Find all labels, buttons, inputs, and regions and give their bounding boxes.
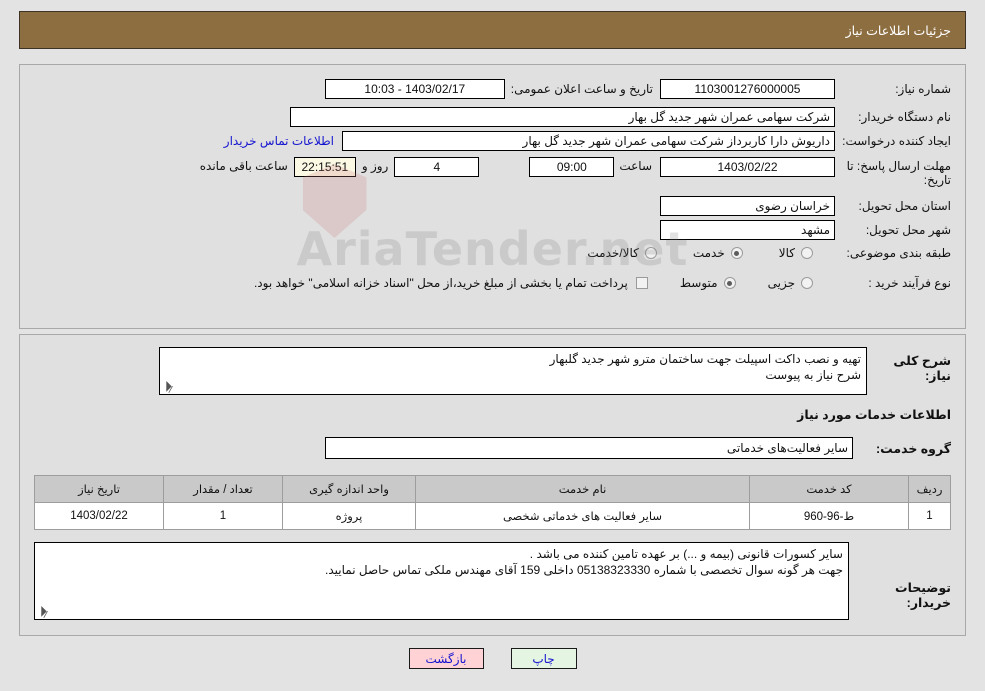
need-info-panel: شماره نیاز: 1103001276000005 تاریخ و ساع… [19, 64, 966, 329]
general-description-textarea[interactable]: تهیه و نصب داکت اسپیلت جهت ساختمان مترو … [159, 347, 867, 395]
th-service-name: نام خدمت [415, 475, 750, 503]
radio-medium[interactable] [723, 277, 736, 289]
print-button[interactable]: چاپ [510, 648, 577, 669]
category-row: طبقه بندی موضوعی: کالا خدمت کالا/خدمت [577, 246, 951, 260]
buyer-notes-label: توضیحات خریدار: [895, 581, 951, 610]
announcement-datetime-label: تاریخ و ساعت اعلان عمومی: [510, 82, 653, 96]
purchase-process-label: نوع فرآیند خرید : [868, 276, 951, 290]
city-row: شهر محل تحویل: مشهد [660, 220, 951, 240]
category-option-goods-service[interactable]: کالا/خدمت [577, 246, 657, 260]
action-button-bar: چاپ بازگشت [0, 648, 985, 669]
service-group-value: سایر فعالیت‌های خدماتی [325, 437, 853, 459]
category-option-goods[interactable]: کالا [769, 246, 813, 260]
need-details-panel: شرح کلی نیاز: تهیه و نصب داکت اسپیلت جهت… [19, 334, 966, 636]
deadline-time-label: ساعت [619, 159, 652, 173]
deadline-date-value: 1403/02/22 [660, 157, 835, 177]
city-label: شهر محل تحویل: [865, 223, 951, 237]
resize-grip-icon[interactable]: ◥ [160, 380, 174, 394]
province-row: استان محل تحویل: خراسان رضوی [660, 196, 951, 216]
radio-goods-service-label: کالا/خدمت [587, 246, 639, 260]
treasury-bond-note: پرداخت تمام یا بخشی از مبلغ خرید،از محل … [253, 276, 628, 290]
treasury-bond-checkbox[interactable] [635, 277, 648, 289]
radio-goods[interactable] [801, 247, 813, 259]
deadline-row: مهلت ارسال پاسخ: تا تاریخ: 1403/02/22 سا… [200, 157, 951, 187]
buyer-org-row: نام دستگاه خریدار: شرکت سهامی عمران شهر … [290, 107, 951, 127]
th-row-no: ردیف [908, 475, 951, 503]
th-unit: واحد اندازه گیری [282, 475, 416, 503]
general-description-label: شرح کلی نیاز: [893, 354, 951, 383]
th-need-date: تاریخ نیاز [34, 475, 164, 503]
process-option-medium[interactable]: متوسط [670, 276, 736, 290]
remaining-days-label: روز و [361, 159, 389, 173]
page-title: جزئیات اطلاعات نیاز [845, 23, 951, 38]
buyer-notes-line-1: سایر کسورات قانونی (بیمه و ...) بر عهده … [529, 547, 843, 561]
category-label: طبقه بندی موضوعی: [846, 246, 951, 260]
radio-minor-label: جزیی [767, 276, 795, 290]
deadline-label: مهلت ارسال پاسخ: تا تاریخ: [846, 159, 951, 187]
requester-value: داریوش دارا کاربرداز شرکت سهامی عمران شه… [342, 131, 835, 151]
announcement-datetime-row: تاریخ و ساعت اعلان عمومی: 1403/02/17 - 1… [324, 79, 653, 99]
deadline-time-value: 09:00 [529, 157, 615, 177]
countdown-timer-value: 22:15:51 [293, 157, 356, 177]
province-label: استان محل تحویل: [858, 199, 951, 213]
radio-goods-service[interactable] [644, 247, 657, 259]
cell-service-code: ط-96-960 [749, 502, 909, 530]
cell-quantity: 1 [163, 502, 283, 530]
services-section-title: اطلاعات خدمات مورد نیاز [797, 408, 951, 422]
need-number-row: شماره نیاز: 1103001276000005 [660, 79, 951, 99]
th-service-code: کد خدمت [749, 475, 909, 503]
radio-medium-label: متوسط [679, 276, 718, 290]
general-description-line-2: شرح نیاز به پیوست [765, 368, 861, 382]
cell-row-no: 1 [908, 502, 951, 530]
table-header-row: ردیف کد خدمت نام خدمت واحد اندازه گیری ت… [34, 475, 951, 503]
back-button[interactable]: بازگشت [408, 648, 484, 669]
buyer-notes-textarea[interactable]: سایر کسورات قانونی (بیمه و ...) بر عهده … [34, 542, 849, 620]
buyer-notes-line-2: جهت هر گونه سوال تخصصی با شماره 05138323… [325, 563, 843, 577]
services-table: ردیف کد خدمت نام خدمت واحد اندازه گیری ت… [34, 475, 951, 530]
buyer-contact-link[interactable]: اطلاعات تماس خریدار [224, 134, 334, 148]
page-header: جزئیات اطلاعات نیاز [19, 11, 966, 49]
remaining-days-value: 4 [394, 157, 480, 177]
table-row: 1 ط-96-960 سایر فعالیت های خدماتی شخصی پ… [34, 502, 951, 530]
buyer-org-value: شرکت سهامی عمران شهر جدید گل بهار [290, 107, 835, 127]
purchase-process-row: نوع فرآیند خرید : جزیی متوسط پرداخت تمام… [254, 276, 951, 290]
general-description-row: شرح کلی نیاز: [873, 349, 951, 383]
service-group-label: گروه خدمت: [875, 441, 951, 456]
requester-label: ایجاد کننده درخواست: [842, 134, 951, 148]
buyer-org-label: نام دستگاه خریدار: [858, 110, 951, 124]
announcement-datetime-value: 1403/02/17 - 10:03 [324, 79, 505, 99]
resize-grip-icon[interactable]: ◥ [35, 605, 49, 619]
requester-row: ایجاد کننده درخواست: داریوش دارا کاربردا… [224, 131, 951, 151]
buyer-notes-row: توضیحات خریدار: [855, 580, 951, 610]
remaining-hours-label: ساعت باقی مانده [199, 159, 288, 173]
process-option-minor[interactable]: جزیی [758, 276, 813, 290]
need-number-value: 1103001276000005 [660, 79, 835, 99]
cell-service-name: سایر فعالیت های خدماتی شخصی [415, 502, 750, 530]
need-number-label: شماره نیاز: [895, 82, 951, 96]
radio-goods-label: کالا [778, 246, 795, 260]
province-value: خراسان رضوی [660, 196, 835, 216]
general-description-line-1: تهیه و نصب داکت اسپیلت جهت ساختمان مترو … [549, 352, 861, 366]
th-quantity: تعداد / مقدار [163, 475, 283, 503]
cell-need-date: 1403/02/22 [34, 502, 164, 530]
radio-minor[interactable] [801, 277, 813, 289]
radio-service[interactable] [730, 247, 743, 259]
cell-unit: پروژه [282, 502, 416, 530]
category-option-service[interactable]: خدمت [683, 246, 743, 260]
radio-service-label: خدمت [692, 246, 725, 260]
city-value: مشهد [660, 220, 835, 240]
service-group-row: گروه خدمت: سایر فعالیت‌های خدماتی [325, 437, 951, 459]
